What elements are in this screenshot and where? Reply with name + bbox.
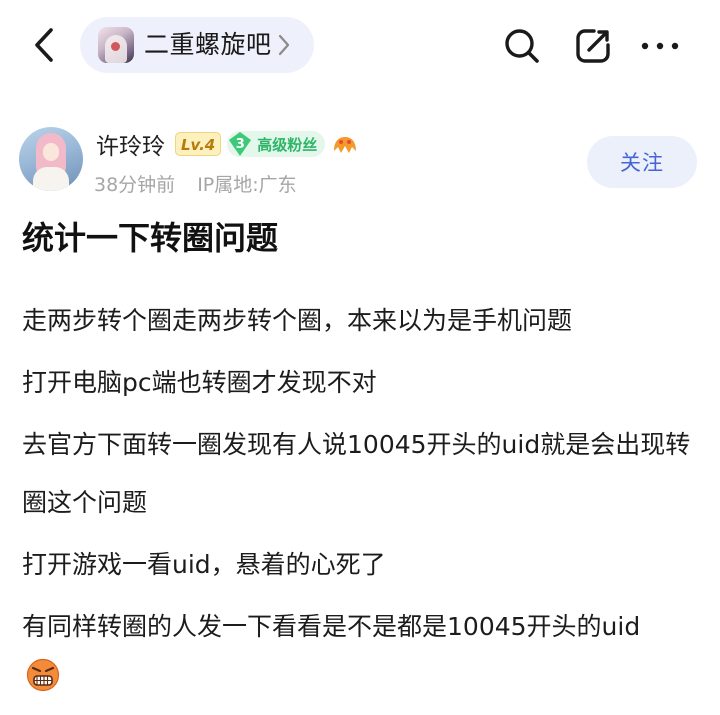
angry-face-emoji-icon <box>26 658 60 692</box>
fan-level-badge: 3 高级粉丝 <box>227 131 326 157</box>
chevron-left-icon <box>35 28 53 62</box>
level-badge: Lv.4 <box>175 132 222 156</box>
search-button[interactable] <box>502 24 542 68</box>
post-meta: 38分钟前 IP属地:广东 <box>94 170 297 196</box>
ip-location: IP属地:广东 <box>197 173 297 196</box>
top-bar: 二重螺旋吧 <box>0 0 720 92</box>
post-paragraph: 打开电脑pc端也转圈才发现不对 <box>22 368 377 397</box>
author-name[interactable]: 许玲玲 <box>96 127 165 161</box>
forum-name: 二重螺旋吧 <box>144 30 272 59</box>
post-paragraph: 有同样转圈的人发一下看看是不是都是10045开头的uid <box>22 612 641 641</box>
fan-level-label: 高级粉丝 <box>257 135 318 154</box>
follow-button[interactable]: 关注 <box>587 136 697 188</box>
forum-entry-button[interactable]: 二重螺旋吧 <box>80 17 314 73</box>
share-button[interactable] <box>573 24 613 68</box>
decor-emoji-icon <box>331 131 359 157</box>
author-avatar[interactable] <box>19 127 83 191</box>
forum-avatar <box>98 27 134 63</box>
post-time: 38分钟前 <box>94 173 176 196</box>
post-paragraph: 去官方下面转一圈发现有人说10045开头的uid就是会出现转圈这个问题 <box>22 430 691 517</box>
search-icon <box>505 29 539 63</box>
post-title: 统计一下转圈问题 <box>22 219 279 257</box>
post-body: 走两步转个圈走两步转个圈，本来以为是手机问题 打开电脑pc端也转圈才发现不对 去… <box>22 292 712 660</box>
share-edit-icon <box>576 29 610 63</box>
more-button[interactable] <box>640 24 680 68</box>
author-info-row: 许玲玲 Lv.4 3 高级粉丝 <box>96 128 359 160</box>
fan-level-number: 3 <box>235 136 245 152</box>
post-paragraph: 打开游戏一看uid，悬着的心死了 <box>22 550 386 579</box>
fan-gem-icon: 3 <box>227 131 253 157</box>
chevron-right-icon <box>278 34 289 56</box>
more-horizontal-icon <box>641 42 679 50</box>
post-paragraph: 走两步转个圈走两步转个圈，本来以为是手机问题 <box>22 306 573 335</box>
back-button[interactable] <box>22 22 66 68</box>
